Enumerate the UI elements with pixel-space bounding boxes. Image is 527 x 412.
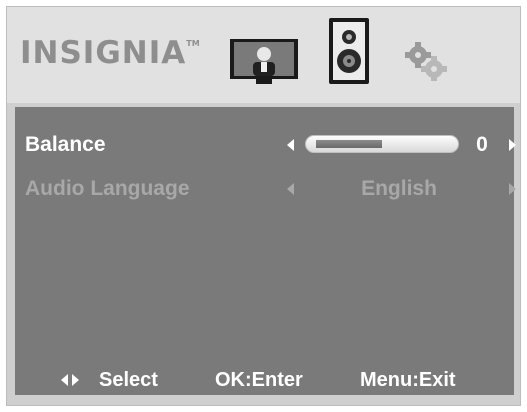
gears-icon[interactable]	[400, 41, 452, 81]
menu-footer: Select OK:Enter Menu:Exit	[15, 365, 514, 395]
menu-item-audio-language[interactable]: Audio Language English	[15, 174, 516, 204]
balance-label: Balance	[25, 133, 106, 156]
speaker-icon[interactable]	[325, 17, 373, 87]
insignia-logo: INSIGNIATM	[20, 35, 200, 71]
audio-language-value: English	[361, 177, 437, 200]
balance-slider[interactable]	[305, 135, 459, 153]
previous-arrow-icon[interactable]	[287, 183, 294, 195]
balance-slider-fill	[316, 140, 382, 148]
audio-menu-panel: Balance 0 Audio Language English Select …	[15, 107, 516, 395]
select-hint: Select	[99, 369, 158, 391]
increase-arrow-icon[interactable]	[509, 139, 516, 151]
enter-hint: OK:Enter	[215, 369, 303, 391]
next-arrow-icon[interactable]	[509, 183, 516, 195]
balance-value: 0	[476, 133, 488, 156]
left-right-arrows-icon	[61, 374, 81, 386]
audio-language-label: Audio Language	[25, 177, 190, 200]
tv-icon[interactable]	[229, 38, 299, 86]
menu-header: INSIGNIATM	[7, 7, 520, 103]
exit-hint: Menu:Exit	[360, 369, 456, 391]
osd-menu: INSIGNIATM Balance 0 Audio Language Engl…	[6, 6, 521, 406]
decrease-arrow-icon[interactable]	[287, 139, 294, 151]
menu-item-balance[interactable]: Balance 0	[15, 130, 516, 160]
